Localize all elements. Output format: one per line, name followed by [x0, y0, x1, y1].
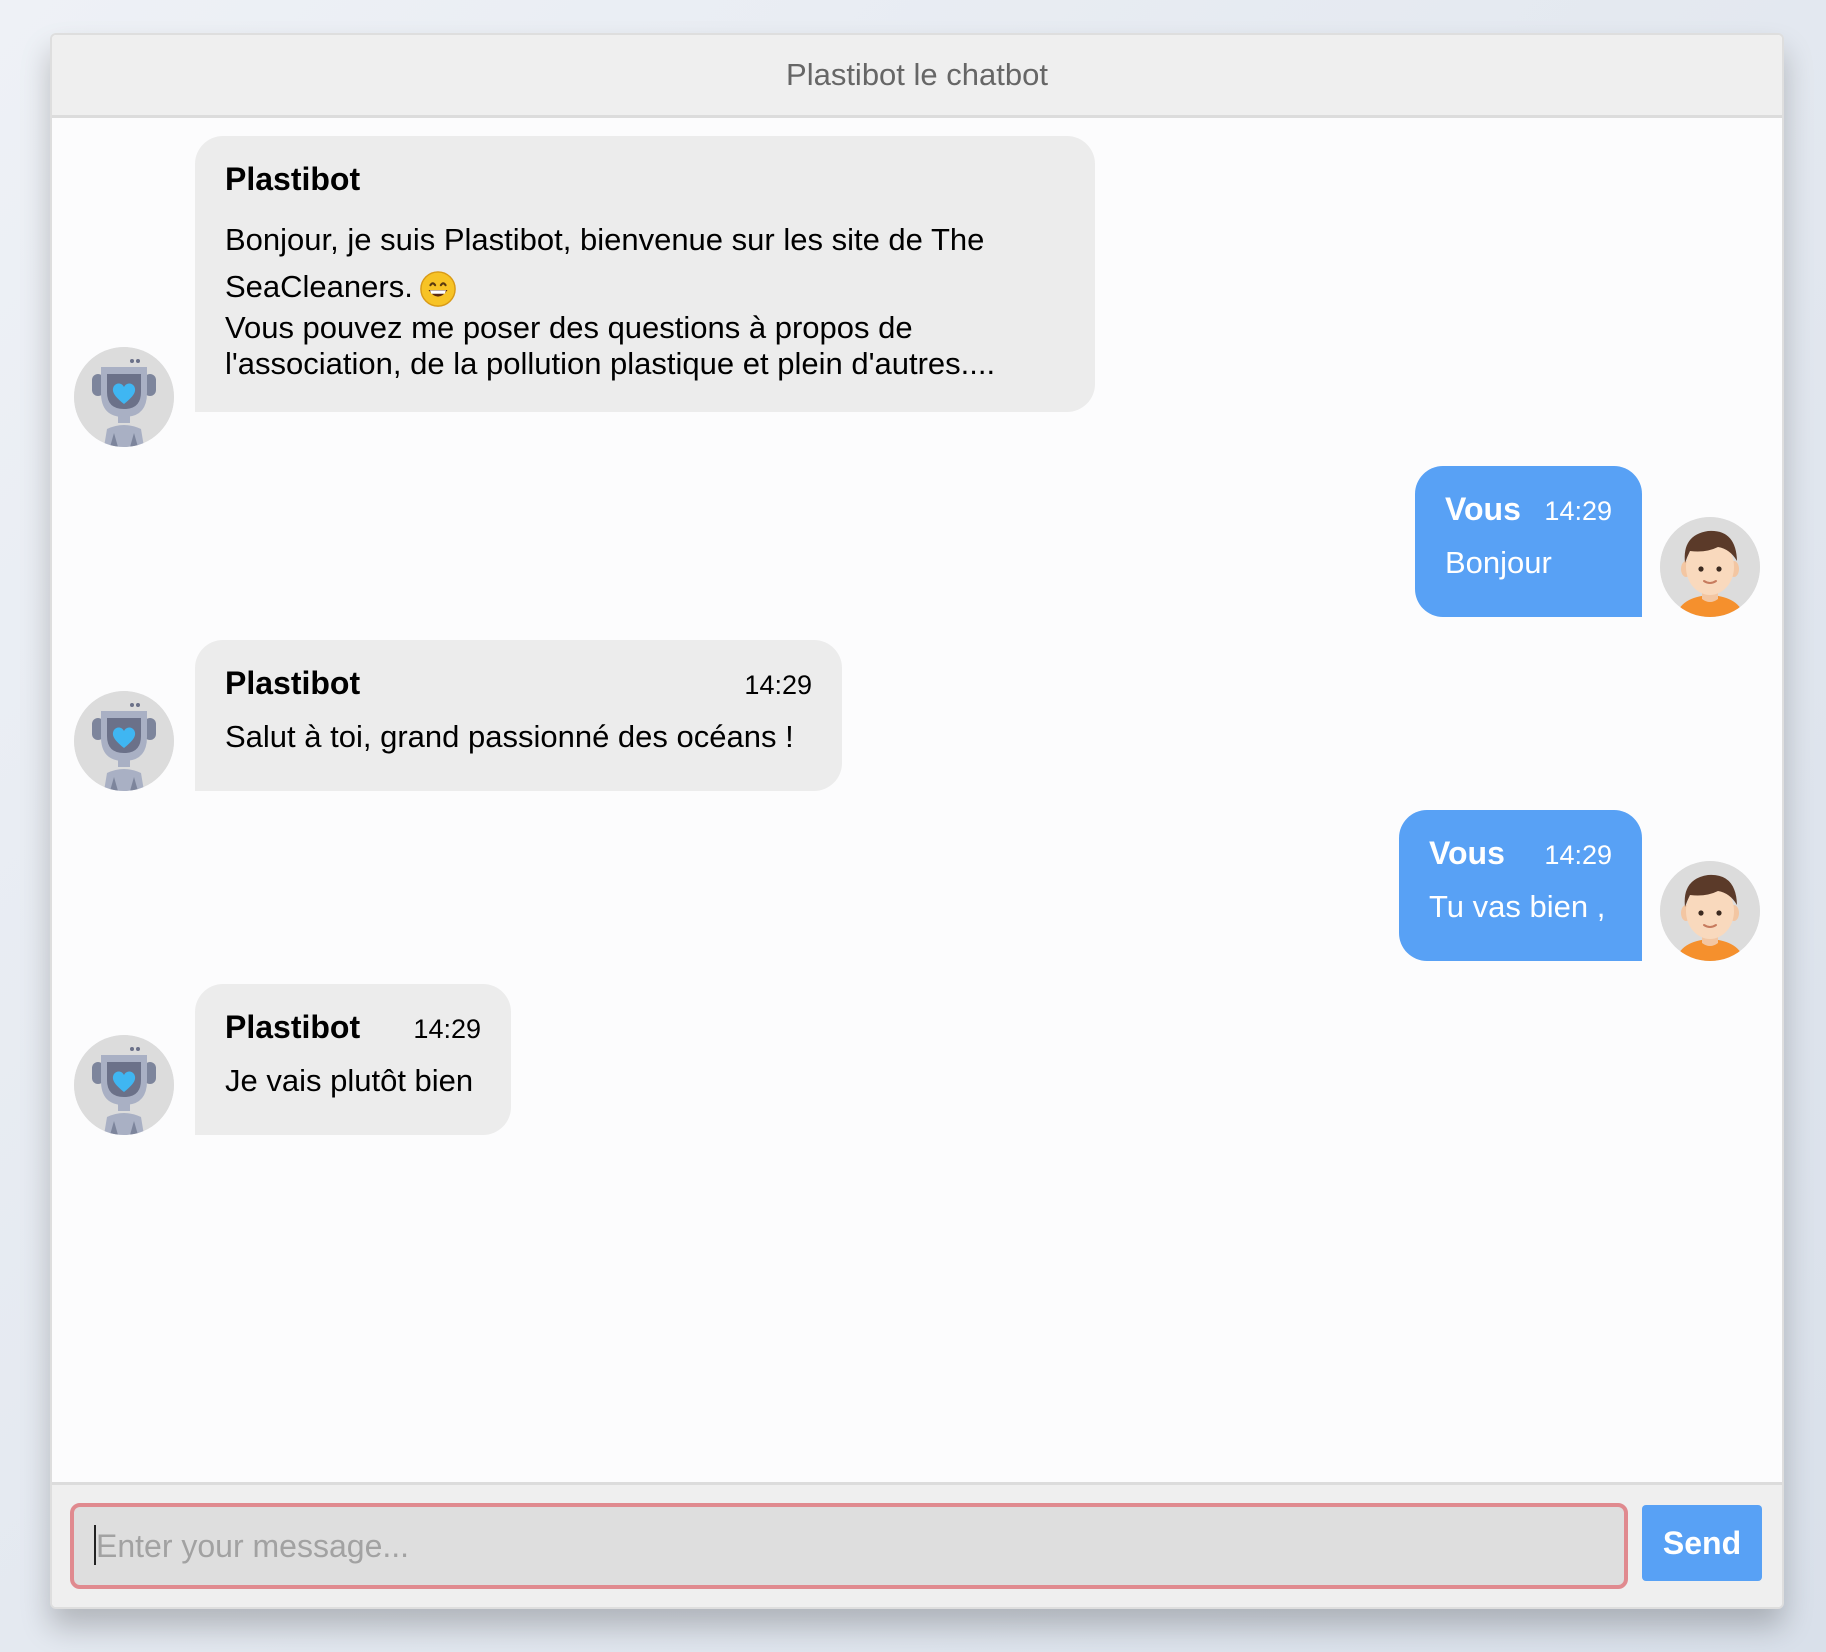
robot-avatar-icon: [74, 691, 174, 791]
message-text: Bonjour, je suis Plastibot, bienvenue su…: [225, 216, 1065, 310]
message-input[interactable]: [70, 1503, 1628, 1589]
message-text: Tu vas bien ,: [1429, 888, 1606, 924]
user-avatar-icon: [1660, 517, 1760, 617]
sender-name: Plastibot: [225, 1009, 361, 1045]
message-text: Salut à toi, grand passionné des océans …: [225, 718, 794, 754]
chat-title: Plastibot le chatbot: [786, 57, 1048, 92]
sender-name: Plastibot: [225, 665, 361, 701]
message-line: SeaCleaners.: [225, 268, 413, 304]
message-header: Plastibot: [225, 161, 1065, 198]
user-avatar-icon: [1660, 861, 1760, 961]
chat-window: Plastibot le chatbot Plastibot Bonjour, …: [50, 33, 1784, 1609]
message-text: Je vais plutôt bien: [225, 1062, 474, 1098]
robot-avatar-icon: [74, 347, 174, 447]
message-header: Vous 14:29: [1445, 491, 1612, 528]
bot-message: Plastibot 14:29 Je vais plutôt bien: [52, 984, 1782, 1144]
user-message: Vous 14:29 Bonjour: [52, 466, 1782, 626]
message-bubble: Vous 14:29 Tu vas bien ,: [1399, 810, 1642, 961]
user-message: Vous 14:29 Tu vas bien ,: [52, 810, 1782, 970]
sender-name: Vous: [1429, 835, 1505, 871]
message-text: Bonjour: [1445, 544, 1552, 580]
message-line: Vous pouvez me poser des questions à pro…: [225, 309, 913, 345]
message-header: Plastibot 14:29: [225, 1009, 481, 1046]
grinning-face-emoji: [420, 270, 456, 307]
send-button[interactable]: Send: [1642, 1505, 1762, 1581]
message-bubble: Plastibot Bonjour, je suis Plastibot, bi…: [195, 136, 1095, 412]
sender-name: Plastibot: [225, 161, 361, 197]
message-text-continued: Vous pouvez me poser des questions à pro…: [225, 310, 1065, 382]
message-composer: Send: [52, 1482, 1782, 1607]
bot-message: Plastibot 14:29 Salut à toi, grand passi…: [52, 640, 1782, 800]
message-header: Plastibot 14:29: [225, 665, 812, 702]
message-time: 14:29: [1544, 496, 1612, 526]
robot-avatar-icon: [74, 1035, 174, 1135]
message-time: 14:29: [413, 1014, 481, 1044]
message-bubble: Plastibot 14:29 Je vais plutôt bien: [195, 984, 511, 1135]
sender-name: Vous: [1445, 491, 1521, 527]
message-line: Bonjour, je suis Plastibot, bienvenue su…: [225, 221, 985, 257]
message-header: Vous 14:29: [1429, 835, 1612, 872]
message-line: l'association, de la pollution plastique…: [225, 345, 996, 381]
bot-message: Plastibot Bonjour, je suis Plastibot, bi…: [52, 118, 1782, 447]
message-time: 14:29: [744, 670, 812, 700]
chat-header: Plastibot le chatbot: [52, 35, 1782, 118]
message-bubble: Vous 14:29 Bonjour: [1415, 466, 1642, 617]
text-caret: [94, 1525, 96, 1565]
message-bubble: Plastibot 14:29 Salut à toi, grand passi…: [195, 640, 842, 791]
message-time: 14:29: [1544, 840, 1612, 870]
message-list[interactable]: Plastibot Bonjour, je suis Plastibot, bi…: [52, 118, 1782, 1485]
